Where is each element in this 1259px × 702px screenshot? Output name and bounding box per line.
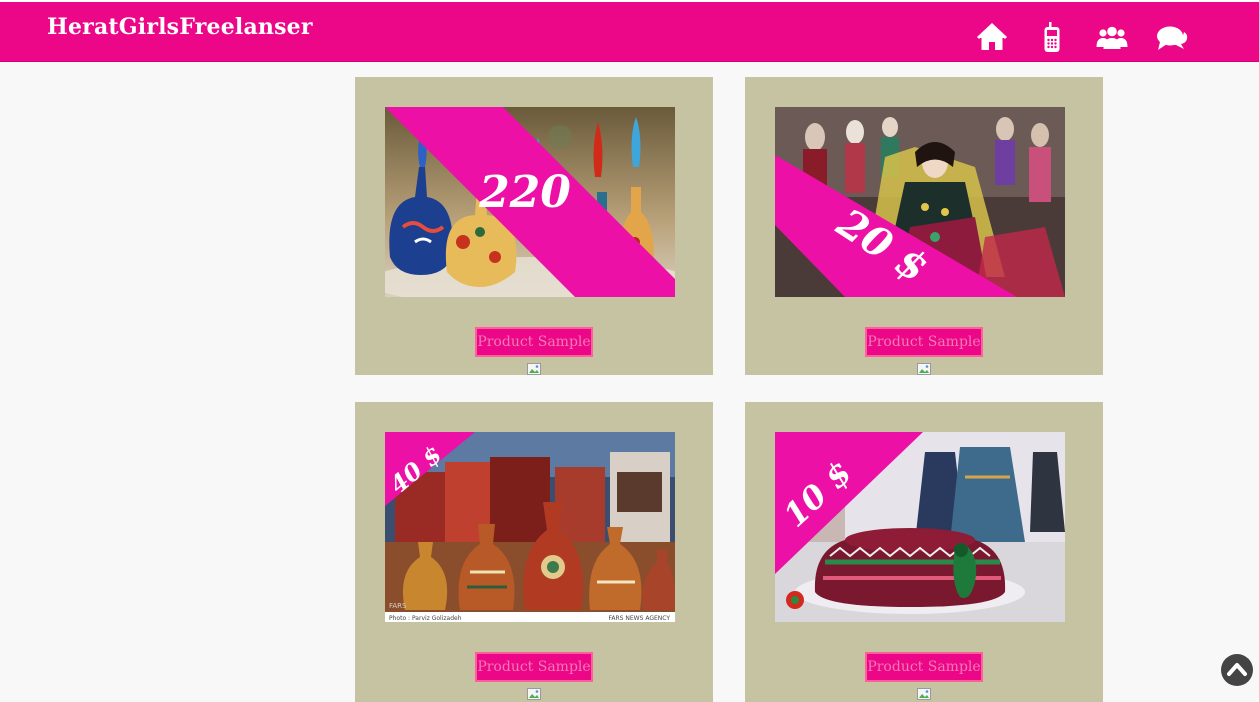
product-image: 220 [385, 107, 675, 297]
product-card: 10 $ Product Sample [745, 402, 1103, 702]
users-icon[interactable] [1096, 22, 1128, 52]
home-icon[interactable] [976, 22, 1008, 52]
brand-logo[interactable]: HeratGirlsFreelanser [47, 14, 313, 40]
product-sample-button[interactable]: Product Sample [865, 327, 983, 357]
product-sample-button[interactable]: Product Sample [865, 652, 983, 682]
product-card: Photo : Parviz Golizadeh FARS NEWS AGENC… [355, 402, 713, 702]
photo-credit: Photo : Parviz Golizadeh [389, 615, 462, 622]
broken-image-icon [527, 688, 541, 700]
chevron-up-icon[interactable] [1221, 654, 1253, 686]
product-image: Photo : Parviz Golizadeh FARS NEWS AGENC… [385, 432, 675, 622]
product-card: 20 $ Product Sample [745, 77, 1103, 375]
navbar: HeratGirlsFreelanser [0, 2, 1259, 62]
chat-icon[interactable] [1156, 22, 1188, 52]
product-image: 10 $ [775, 432, 1065, 622]
product-sample-button[interactable]: Product Sample [475, 652, 593, 682]
phone-icon[interactable] [1036, 22, 1068, 52]
product-sample-button[interactable]: Product Sample [475, 327, 593, 357]
image-watermark: FARS [389, 602, 407, 610]
broken-image-icon [527, 363, 541, 375]
broken-image-icon [917, 363, 931, 375]
agency-credit: FARS NEWS AGENCY [609, 615, 671, 622]
price-label: 220 [478, 167, 571, 218]
product-card: 220 Product Sample [355, 77, 713, 375]
product-image: 20 $ [775, 107, 1065, 297]
broken-image-icon [917, 688, 931, 700]
